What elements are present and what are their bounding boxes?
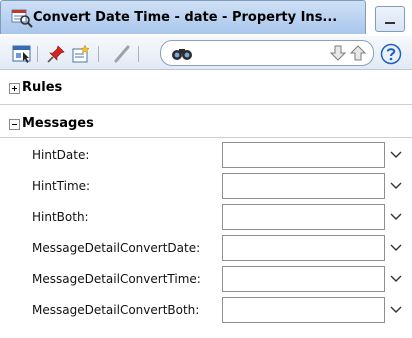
- property-value-field[interactable]: [222, 173, 385, 199]
- chevron-down-icon[interactable]: [390, 243, 402, 253]
- minimize-icon: [385, 22, 395, 24]
- search-input[interactable]: [199, 44, 309, 62]
- property-row-message-detail-convert-date: MessageDetailConvertDate:: [0, 235, 412, 263]
- property-value-field[interactable]: [222, 297, 385, 323]
- property-row-hint-date: HintDate:: [0, 142, 412, 170]
- property-row-message-detail-convert-both: MessageDetailConvertBoth:: [0, 297, 412, 325]
- section-divider: [0, 137, 412, 138]
- minimize-button[interactable]: [375, 6, 405, 32]
- section-title-rules: Rules: [22, 80, 63, 95]
- arrow-down-icon[interactable]: [329, 44, 347, 62]
- chevron-down-icon[interactable]: [390, 274, 402, 284]
- property-value-field[interactable]: [222, 266, 385, 292]
- property-row-hint-time: HintTime:: [0, 173, 412, 201]
- toolbar-separator: [138, 46, 139, 62]
- property-inspector-icon: [11, 9, 33, 28]
- property-label: MessageDetailConvertTime:: [32, 272, 201, 286]
- property-row-hint-both: HintBoth:: [0, 204, 412, 232]
- select-node-icon[interactable]: [12, 44, 32, 64]
- expand-icon[interactable]: [9, 83, 20, 94]
- title-bar: Convert Date Time - date - Property Ins.…: [0, 0, 412, 36]
- toolbar-separator: [98, 46, 99, 62]
- property-value-field[interactable]: [222, 235, 385, 261]
- help-icon[interactable]: [380, 43, 402, 65]
- window-tab[interactable]: Convert Date Time - date - Property Ins.…: [0, 0, 366, 34]
- pin-icon[interactable]: [46, 44, 66, 64]
- chevron-down-icon[interactable]: [390, 305, 402, 315]
- property-label: MessageDetailConvertDate:: [32, 241, 201, 255]
- property-label: HintBoth:: [32, 210, 89, 224]
- collapse-icon[interactable]: [9, 119, 20, 130]
- chevron-down-icon[interactable]: [390, 181, 402, 191]
- toolbar: [0, 36, 412, 70]
- property-row-message-detail-convert-time: MessageDetailConvertTime:: [0, 266, 412, 294]
- window-title: Convert Date Time - date - Property Ins.…: [33, 10, 338, 25]
- section-divider: [0, 104, 412, 105]
- property-label: HintDate:: [32, 148, 90, 162]
- pencil-icon[interactable]: [112, 44, 132, 64]
- chevron-down-icon[interactable]: [390, 212, 402, 222]
- arrow-up-icon[interactable]: [349, 44, 367, 62]
- property-label: HintTime:: [32, 179, 91, 193]
- property-label: MessageDetailConvertBoth:: [32, 303, 200, 317]
- search-box[interactable]: [160, 40, 374, 66]
- property-value-field[interactable]: [222, 204, 385, 230]
- property-value-field[interactable]: [222, 142, 385, 168]
- binoculars-icon[interactable]: [171, 44, 193, 62]
- messages-section-header[interactable]: Messages: [0, 114, 412, 136]
- chevron-down-icon[interactable]: [390, 150, 402, 160]
- toolbar-separator: [37, 46, 38, 62]
- section-title-messages: Messages: [22, 116, 94, 131]
- edit-properties-icon[interactable]: [71, 44, 91, 64]
- rules-section-header[interactable]: Rules: [0, 78, 412, 100]
